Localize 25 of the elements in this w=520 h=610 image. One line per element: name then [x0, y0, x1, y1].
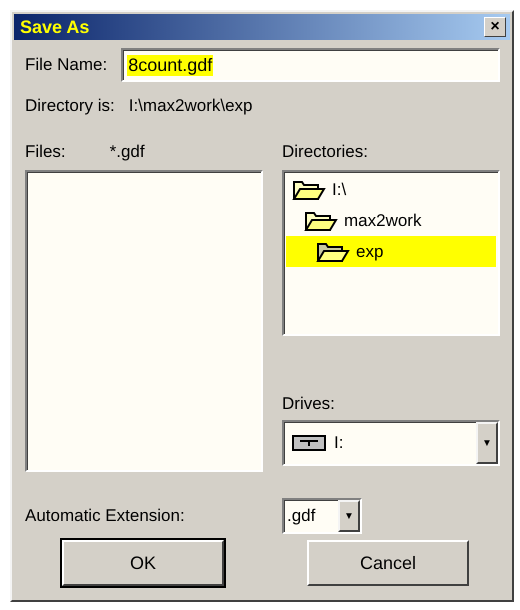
extension-label: Automatic Extension: — [25, 506, 186, 526]
dropdown-arrow-button[interactable]: ▼ — [338, 500, 360, 532]
close-button[interactable]: × — [484, 17, 506, 37]
file-name-value: 8count.gdf — [127, 54, 214, 76]
cancel-button[interactable]: Cancel — [307, 540, 469, 586]
drives-dropdown[interactable]: I: ▼ — [282, 420, 500, 466]
directory-path: I:\max2work\exp — [128, 96, 252, 116]
file-name-field[interactable]: 8count.gdf — [121, 48, 500, 82]
ok-button[interactable]: OK — [62, 540, 224, 586]
files-list[interactable] — [25, 170, 263, 472]
directory-item[interactable]: I:\ — [286, 174, 496, 205]
extension-dropdown[interactable]: .gdf ▼ — [282, 498, 362, 534]
directory-item[interactable]: max2work — [286, 205, 496, 236]
directory-item[interactable]: exp — [286, 236, 496, 267]
dropdown-arrow-button[interactable]: ▼ — [476, 422, 498, 464]
drive-value: I: — [334, 433, 344, 453]
drive-icon — [292, 435, 326, 451]
directories-label: Directories: — [282, 142, 368, 162]
directory-label: Directory is: — [25, 96, 115, 116]
extension-value: .gdf — [287, 506, 316, 526]
files-label: Files: — [25, 142, 66, 162]
file-filter: *.gdf — [110, 142, 145, 162]
file-name-label: File Name: — [25, 55, 108, 75]
drives-label: Drives: — [282, 394, 335, 414]
window-title: Save As — [20, 16, 90, 38]
